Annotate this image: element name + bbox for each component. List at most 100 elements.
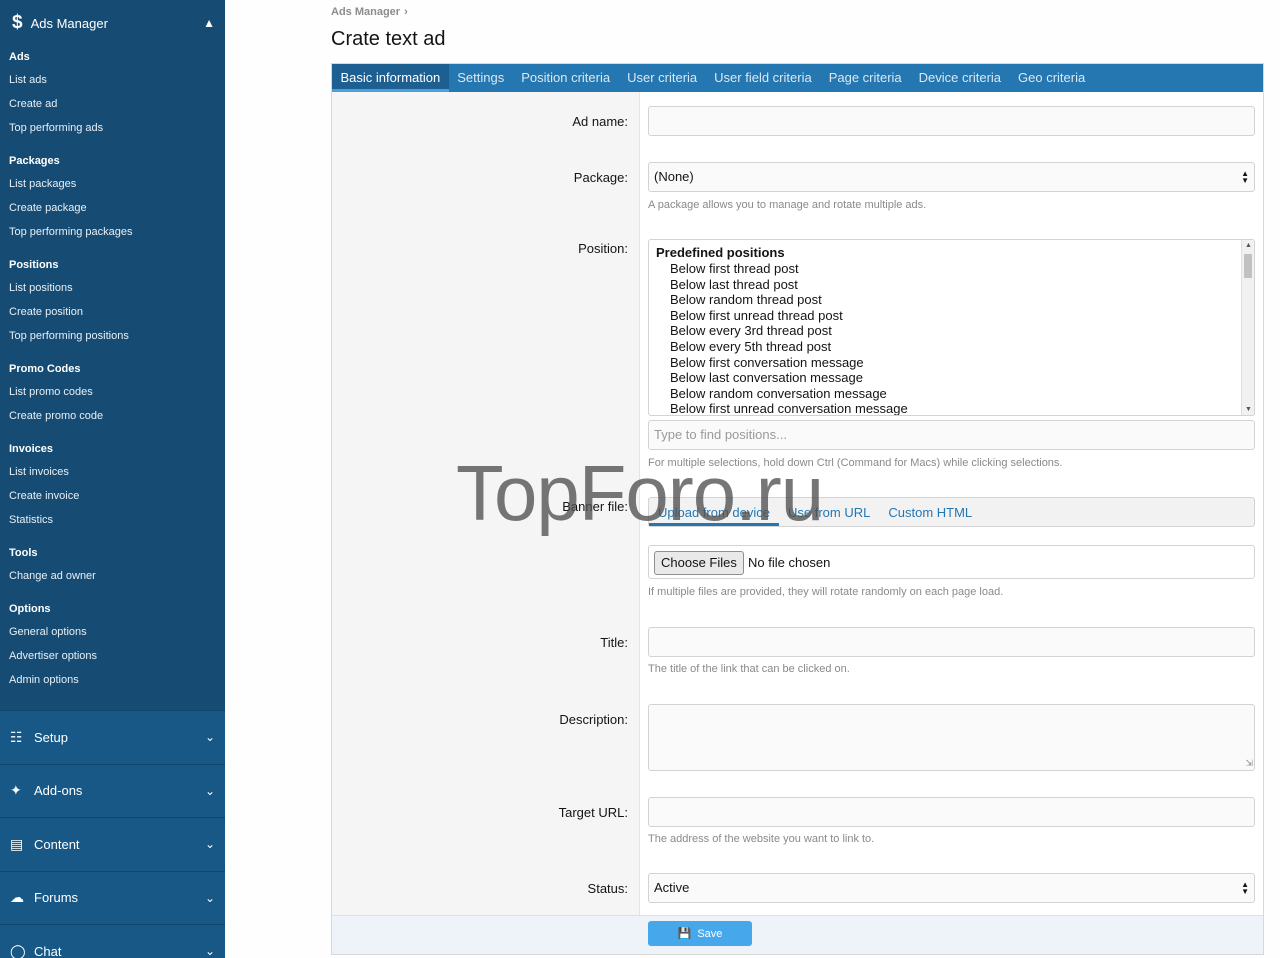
tab-position-criteria[interactable]: Position criteria xyxy=(513,64,619,92)
sidebar: $ Ads Manager ▲ Ads List ads Create ad Top … xyxy=(0,0,225,958)
sidebar-section-content[interactable]: ▤ Content ⌄ xyxy=(0,817,225,871)
sidebar-section-label: Chat xyxy=(34,943,62,958)
save-button[interactable]: 💾 Save xyxy=(648,921,752,946)
save-icon: 💾 xyxy=(677,928,692,940)
sidebar-link[interactable]: List positions xyxy=(0,276,225,300)
sidebar-group-title: Packages xyxy=(9,155,60,167)
chevron-down-icon: ⌄ xyxy=(204,890,215,905)
title-value xyxy=(649,634,659,649)
sidebar-link[interactable]: Top performing ads xyxy=(0,116,225,140)
sidebar-link[interactable]: List packages xyxy=(0,172,225,196)
breadcrumb-item[interactable]: Ads Manager xyxy=(331,6,400,18)
position-search-input[interactable]: Type to find positions... xyxy=(648,420,1255,450)
tab-device-criteria[interactable]: Device criteria xyxy=(910,64,1009,92)
tab-geo-criteria[interactable]: Geo criteria xyxy=(1010,64,1094,92)
sidebar-link[interactable]: Create package xyxy=(0,196,225,220)
sidebar-link[interactable]: Top performing packages xyxy=(0,220,225,244)
sidebar-section-chat[interactable]: ◯ Chat ⌄ xyxy=(0,924,225,958)
sidebar-section-label: Forums xyxy=(34,890,79,906)
sidebar-link[interactable]: Create promo code xyxy=(0,404,225,428)
sidebar-group-title: Invoices xyxy=(9,443,54,455)
chevron-down-icon: ⌄ xyxy=(204,837,215,852)
description-label: Description: xyxy=(559,712,628,727)
position-option[interactable]: Below every 5th thread post xyxy=(649,339,1254,355)
ads-manager-title: Ads Manager xyxy=(30,15,108,31)
comments-icon: ☁ xyxy=(10,889,24,906)
package-value: (None) xyxy=(654,169,694,184)
status-select[interactable]: Active ▲ ▼ xyxy=(648,873,1255,903)
ad-name-label: Ad name: xyxy=(572,114,628,129)
position-option[interactable]: Below first unread thread post xyxy=(649,308,1254,324)
target-url-input[interactable] xyxy=(648,797,1255,827)
sidebar-link[interactable]: List ads xyxy=(0,68,225,92)
file-input[interactable]: Choose Files No file chosen xyxy=(648,545,1255,579)
sidebar-link[interactable]: Advertiser options xyxy=(0,644,225,668)
sidebar-section-setup[interactable]: ☷ Setup ⌄ xyxy=(0,710,225,764)
scrollbar-thumb[interactable] xyxy=(1244,254,1252,278)
sidebar-link[interactable]: Top performing positions xyxy=(0,324,225,348)
package-select[interactable]: (None) ▲ ▼ xyxy=(648,162,1255,192)
scroll-up-icon[interactable]: ▲ xyxy=(1245,242,1252,249)
sidebar-section-label: Add-ons xyxy=(34,783,83,799)
description-textarea[interactable]: ⇲ xyxy=(648,704,1255,771)
position-option[interactable]: Below first unread conversation message xyxy=(649,401,1254,415)
banner-tab-custom-html[interactable]: Custom HTML xyxy=(879,498,981,526)
position-option[interactable]: Below random thread post xyxy=(649,292,1254,308)
breadcrumb[interactable]: Ads Manager › xyxy=(331,6,408,18)
breadcrumb-separator: › xyxy=(404,6,408,18)
tab-bar: Basic information Settings Position criter… xyxy=(332,64,1263,92)
tab-user-criteria[interactable]: User criteria xyxy=(619,64,706,92)
tab-basic-information[interactable]: Basic information xyxy=(332,64,449,92)
sidebar-link[interactable]: General options xyxy=(0,620,225,644)
select-arrows-icon: ▲ ▼ xyxy=(1241,169,1249,185)
sidebar-group-title: Tools xyxy=(9,547,38,559)
position-scrollbar[interactable]: ▲ ▼ xyxy=(1241,240,1254,415)
scroll-down-icon[interactable]: ▼ xyxy=(1245,406,1252,413)
choose-files-button[interactable]: Choose Files xyxy=(654,551,744,575)
chevron-down-icon: ⌄ xyxy=(204,944,215,958)
position-option[interactable]: Below every 3rd thread post xyxy=(649,323,1254,339)
page-title: Crate text ad xyxy=(331,28,446,50)
chat-icon: ◯ xyxy=(10,942,26,958)
sidebar-link[interactable]: Admin options xyxy=(0,668,225,692)
tab-page-criteria[interactable]: Page criteria xyxy=(820,64,910,92)
position-label: Position: xyxy=(578,241,628,256)
resize-handle-icon[interactable]: ⇲ xyxy=(1245,758,1253,769)
ads-manager-menu: $ Ads Manager ▲ Ads List ads Create ad Top … xyxy=(0,0,225,710)
sidebar-section-add-ons[interactable]: ✦ Add-ons ⌄ xyxy=(0,763,225,818)
banner-label: Banner file: xyxy=(562,499,628,514)
position-option[interactable]: Below first conversation message xyxy=(649,355,1254,371)
sidebar-link[interactable]: List invoices xyxy=(0,460,225,484)
chevron-down-icon: ⌄ xyxy=(204,730,215,745)
position-listbox[interactable]: Predefined positions Below first thread … xyxy=(648,239,1255,416)
title-input[interactable] xyxy=(648,627,1255,657)
save-label: Save xyxy=(697,927,723,940)
banner-tab-upload-from-device[interactable]: Upload from device xyxy=(649,498,779,526)
sidebar-link[interactable]: Create ad xyxy=(0,92,225,116)
position-option[interactable]: Below last conversation message xyxy=(649,370,1254,386)
banner-tab-use-from-url[interactable]: Use from URL xyxy=(779,498,879,526)
ads-manager-header[interactable]: $ Ads Manager ▲ xyxy=(0,0,225,46)
position-option[interactable]: Below first thread post xyxy=(649,261,1254,277)
sidebar-group-title: Ads xyxy=(9,51,30,63)
title-label: Title: xyxy=(600,635,628,650)
sidebar-link[interactable]: Change ad owner xyxy=(0,564,225,588)
sidebar-section-forums[interactable]: ☁ Forums ⌄ xyxy=(0,870,225,925)
sidebar-group-title: Positions xyxy=(9,259,59,271)
position-group-label: Predefined positions xyxy=(656,245,785,260)
tab-user-field-criteria[interactable]: User field criteria xyxy=(706,64,821,92)
ad-name-input[interactable] xyxy=(648,106,1255,136)
sidebar-link[interactable]: List promo codes xyxy=(0,380,225,404)
position-option[interactable]: Below last thread post xyxy=(649,277,1254,293)
select-arrows-icon: ▲ ▼ xyxy=(1241,880,1249,896)
tab-settings[interactable]: Settings xyxy=(449,64,513,92)
chevron-up-icon[interactable]: ▲ xyxy=(203,16,215,30)
sliders-icon: ☷ xyxy=(10,728,23,745)
sidebar-link[interactable]: Create position xyxy=(0,300,225,324)
sidebar-link[interactable]: Statistics xyxy=(0,508,225,532)
sidebar-link[interactable]: Create invoice xyxy=(0,484,225,508)
position-option[interactable]: Below random conversation message xyxy=(649,386,1254,402)
